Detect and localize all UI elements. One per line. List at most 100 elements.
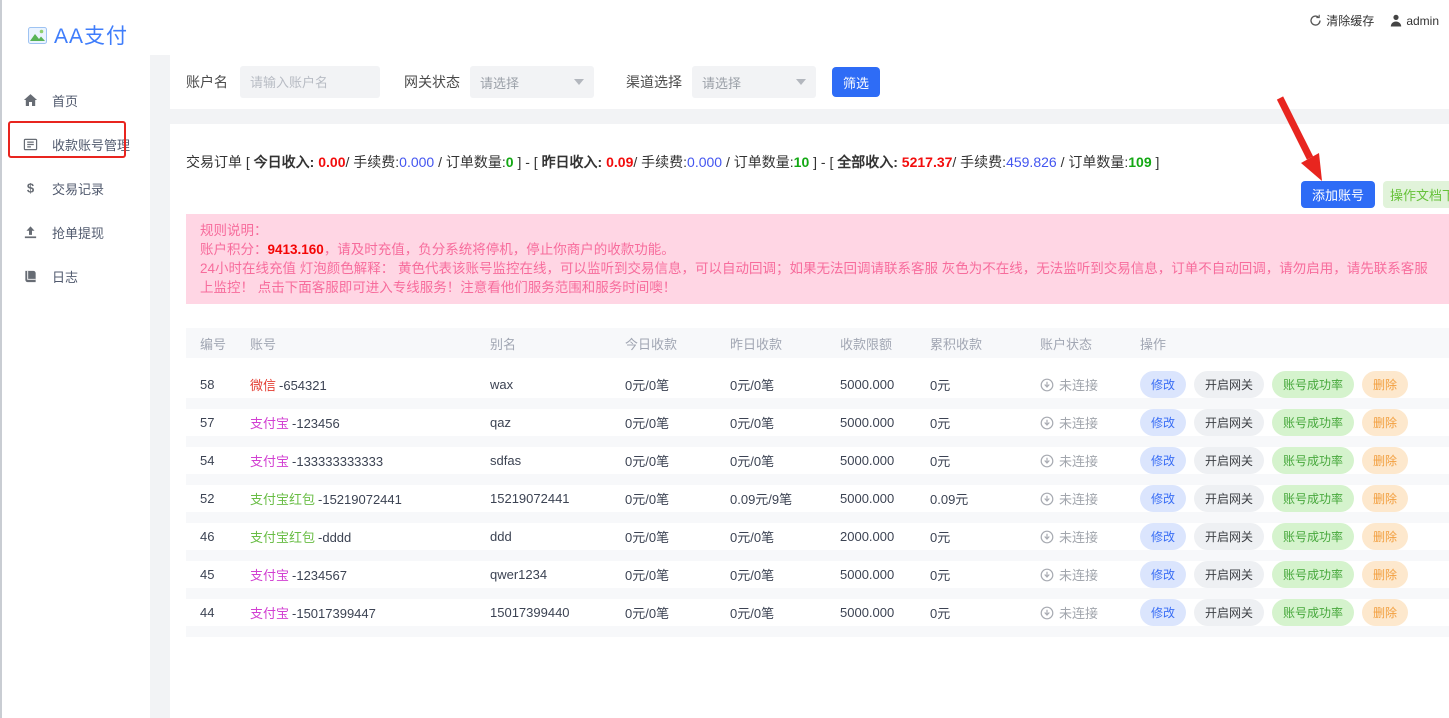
topbar: 清除缓存 admin: [150, 0, 1449, 55]
open-gateway-button[interactable]: 开启网关: [1194, 371, 1264, 398]
success-rate-button[interactable]: 账号成功率: [1272, 523, 1354, 550]
status-label: 未连接: [1059, 565, 1098, 584]
edit-button[interactable]: 修改: [1140, 561, 1186, 588]
table-row: 44支付宝-15017399447150173994400元/0笔0元/0笔50…: [186, 599, 1449, 637]
edit-button[interactable]: 修改: [1140, 523, 1186, 550]
cell-actions: 修改开启网关账号成功率删除: [1126, 523, 1446, 550]
topbar-right: 清除缓存 admin: [1309, 12, 1439, 29]
home-icon: [22, 92, 38, 108]
rules-notice: 规则说明： 账户积分：9413.160，请及时充值，负分系统将停机，停止你商户的…: [186, 214, 1449, 304]
account-number: -15017399447: [292, 606, 376, 621]
cell-id: 54: [186, 453, 236, 468]
delete-button[interactable]: 删除: [1362, 447, 1408, 474]
table-header: 编号账号别名今日收款昨日收款收款限额累积收款账户状态操作: [186, 328, 1449, 358]
column-header: 今日收款: [611, 334, 716, 353]
cell-yesterday: 0元/0笔: [716, 565, 826, 584]
account-name-input[interactable]: [240, 66, 380, 98]
add-account-button[interactable]: 添加账号: [1301, 181, 1375, 208]
stats-segment: 459.826: [1006, 154, 1057, 170]
sidebar-item-4[interactable]: 抢单提现: [2, 210, 150, 254]
delete-button[interactable]: 删除: [1362, 409, 1408, 436]
delete-button[interactable]: 删除: [1362, 485, 1408, 512]
sidebar-item-1[interactable]: 首页: [2, 78, 150, 122]
cell-today: 0元/0笔: [611, 375, 716, 394]
stats-segment: 10: [794, 154, 810, 170]
cell-today: 0元/0笔: [611, 451, 716, 470]
delete-button[interactable]: 删除: [1362, 561, 1408, 588]
disconnected-icon: [1040, 568, 1054, 582]
cell-id: 44: [186, 605, 236, 620]
account-number: -123456: [292, 416, 340, 431]
delete-button[interactable]: 删除: [1362, 371, 1408, 398]
header-zone: 清除缓存 admin 账户名 网关状态 请选择: [150, 0, 1449, 109]
column-header: 编号: [186, 334, 236, 353]
column-header: 操作: [1126, 334, 1446, 353]
success-rate-button[interactable]: 账号成功率: [1272, 561, 1354, 588]
stats-segment: / 手续费:: [633, 154, 687, 170]
delete-button[interactable]: 删除: [1362, 599, 1408, 626]
open-gateway-button[interactable]: 开启网关: [1194, 485, 1264, 512]
notice-line2: 账户积分：9413.160，请及时充值，负分系统将停机，停止你商户的收款功能。: [200, 240, 1435, 259]
cell-status: 未连接: [1026, 413, 1126, 432]
notice-line3: 24小时在线充值 灯泡颜色解释： 黄色代表该账号监控在线，可以监听到交易信息，可…: [200, 259, 1435, 297]
filter-button[interactable]: 筛选: [832, 67, 880, 97]
doc-download-button[interactable]: 操作文档下载: [1383, 181, 1449, 208]
column-header: 收款限额: [826, 334, 916, 353]
stats-segment: 109: [1128, 154, 1151, 170]
logo: AA支付: [2, 0, 150, 50]
success-rate-button[interactable]: 账号成功率: [1272, 409, 1354, 436]
user-menu[interactable]: admin: [1390, 14, 1439, 28]
card-icon: [22, 136, 38, 152]
cell-status: 未连接: [1026, 451, 1126, 470]
channel-label: 支付宝: [250, 568, 289, 583]
cell-today: 0元/0笔: [611, 413, 716, 432]
sidebar-item-3[interactable]: $交易记录: [2, 166, 150, 210]
account-number: -1234567: [292, 568, 347, 583]
cell-id: 52: [186, 491, 236, 506]
stats-segment: 0.000: [399, 154, 434, 170]
stats-segment: 全部收入:: [837, 154, 902, 170]
cell-alias: ddd: [476, 529, 611, 544]
open-gateway-button[interactable]: 开启网关: [1194, 523, 1264, 550]
channel-select-label: 渠道选择: [626, 72, 682, 92]
edit-button[interactable]: 修改: [1140, 371, 1186, 398]
gateway-status-label: 网关状态: [404, 72, 460, 92]
success-rate-button[interactable]: 账号成功率: [1272, 485, 1354, 512]
channel-select[interactable]: 请选择: [692, 66, 816, 98]
column-header: 账户状态: [1026, 334, 1126, 353]
success-rate-button[interactable]: 账号成功率: [1272, 447, 1354, 474]
success-rate-button[interactable]: 账号成功率: [1272, 371, 1354, 398]
sidebar-item-5[interactable]: 日志: [2, 254, 150, 298]
edit-button[interactable]: 修改: [1140, 447, 1186, 474]
open-gateway-button[interactable]: 开启网关: [1194, 561, 1264, 588]
open-gateway-button[interactable]: 开启网关: [1194, 599, 1264, 626]
table-row: 54支付宝-133333333333sdfas0元/0笔0元/0笔5000.00…: [186, 447, 1449, 485]
edit-button[interactable]: 修改: [1140, 485, 1186, 512]
cell-limit: 5000.000: [826, 415, 916, 430]
cell-account: 支付宝-123456: [236, 413, 476, 432]
open-gateway-button[interactable]: 开启网关: [1194, 447, 1264, 474]
delete-button[interactable]: 删除: [1362, 523, 1408, 550]
sidebar-item-2[interactable]: 收款账号管理: [2, 122, 150, 166]
sidebar-item-label: 抢单提现: [52, 223, 104, 242]
upload-icon: [22, 224, 38, 240]
sidebar-item-label: 日志: [52, 267, 78, 286]
stats-segment: / 订单数量:: [434, 154, 506, 170]
cell-alias: sdfas: [476, 453, 611, 468]
stats-segment: / 手续费:: [345, 154, 399, 170]
disconnected-icon: [1040, 606, 1054, 620]
open-gateway-button[interactable]: 开启网关: [1194, 409, 1264, 436]
cell-alias: qaz: [476, 415, 611, 430]
notice-line1: 规则说明：: [200, 221, 1435, 240]
clear-cache-button[interactable]: 清除缓存: [1309, 12, 1374, 29]
success-rate-button[interactable]: 账号成功率: [1272, 599, 1354, 626]
cell-account: 支付宝-15017399447: [236, 603, 476, 622]
user-icon: [1390, 14, 1402, 27]
gateway-status-select[interactable]: 请选择: [470, 66, 594, 98]
book-icon: [22, 268, 38, 284]
cell-actions: 修改开启网关账号成功率删除: [1126, 409, 1446, 436]
sidebar: AA支付 首页收款账号管理$交易记录抢单提现日志: [0, 0, 150, 718]
edit-button[interactable]: 修改: [1140, 409, 1186, 436]
refresh-icon: [1309, 14, 1322, 27]
edit-button[interactable]: 修改: [1140, 599, 1186, 626]
